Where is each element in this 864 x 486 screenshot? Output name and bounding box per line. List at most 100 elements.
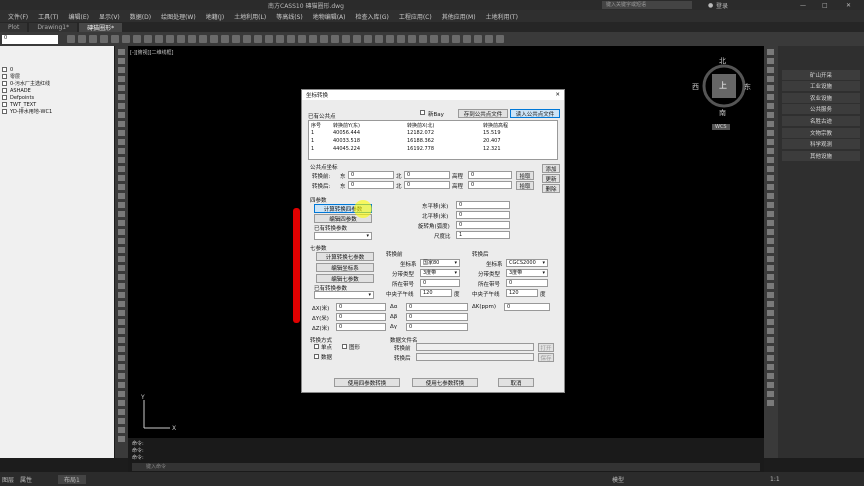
save-points-button[interactable]: 存到公共点文件	[458, 109, 508, 118]
menu-item[interactable]: 其他应用(M)	[442, 12, 476, 21]
edit-tool-icon[interactable]	[767, 265, 774, 271]
edit-tool-icon[interactable]	[767, 382, 774, 388]
toolbar-tool-icon[interactable]	[298, 35, 306, 43]
layer-checkbox[interactable]	[2, 88, 7, 93]
tab-plot[interactable]: Plot	[0, 23, 28, 32]
menu-item[interactable]: 等高线(S)	[276, 12, 303, 21]
toolbar-tool-icon[interactable]	[353, 35, 361, 43]
cancel-button[interactable]: 取消	[498, 378, 534, 387]
toolbar-tool-icon[interactable]	[441, 35, 449, 43]
toolbar-tool-icon[interactable]	[166, 35, 174, 43]
draw-tool-icon[interactable]	[118, 112, 125, 118]
draw-tool-icon[interactable]	[118, 184, 125, 190]
edit-tool-icon[interactable]	[767, 130, 774, 136]
table-row[interactable]: 1 40033.518 16188.362 20.407	[309, 137, 557, 145]
layer-combo[interactable]: 0	[2, 34, 58, 44]
zone-type-after-select[interactable]: 3度带 ▾	[506, 269, 548, 277]
edit-tool-icon[interactable]	[767, 121, 774, 127]
before-north-input[interactable]: 0	[404, 171, 450, 179]
toolbar-tool-icon[interactable]	[243, 35, 251, 43]
dz-input[interactable]: 0	[336, 323, 386, 331]
use-seven-param-button[interactable]: 使用七参数转换	[412, 378, 478, 387]
draw-tool-icon[interactable]	[118, 436, 125, 442]
dialog-close-icon[interactable]: ✕	[555, 92, 560, 98]
draw-tool-icon[interactable]	[118, 211, 125, 217]
toolbar-tool-icon[interactable]	[177, 35, 185, 43]
edit-tool-icon[interactable]	[767, 328, 774, 334]
toolbar-tool-icon[interactable]	[67, 35, 75, 43]
toolbar-tool-icon[interactable]	[100, 35, 108, 43]
toolbar-tool-icon[interactable]	[221, 35, 229, 43]
toolbar-tool-icon[interactable]	[496, 35, 504, 43]
toolbar-tool-icon[interactable]	[232, 35, 240, 43]
menu-item[interactable]: 检查入库(G)	[356, 12, 389, 21]
layer-checkbox[interactable]	[2, 109, 7, 114]
menu-item[interactable]: 工程应用(C)	[399, 12, 432, 21]
login-link[interactable]: 登录	[716, 1, 728, 10]
edit-tool-icon[interactable]	[767, 211, 774, 217]
calc-seven-param-button[interactable]: 计算转换七参数	[316, 252, 374, 261]
draw-tool-icon[interactable]	[118, 49, 125, 55]
toolbar-tool-icon[interactable]	[386, 35, 394, 43]
symbol-category-button[interactable]: 科学观测	[782, 139, 860, 150]
toolbar-tool-icon[interactable]	[452, 35, 460, 43]
graphic-checkbox[interactable]	[342, 344, 347, 349]
maximize-icon[interactable]: □	[822, 2, 828, 9]
layer-checkbox[interactable]	[2, 67, 7, 72]
draw-tool-icon[interactable]	[118, 94, 125, 100]
symbol-category-button[interactable]: 其他设施	[782, 150, 860, 161]
file-after-input[interactable]	[416, 353, 534, 361]
edit-tool-icon[interactable]	[767, 184, 774, 190]
draw-tool-icon[interactable]	[118, 175, 125, 181]
layer-checkbox[interactable]	[2, 74, 7, 79]
draw-tool-icon[interactable]	[118, 382, 125, 388]
layer-row[interactable]: 零层	[0, 73, 114, 80]
pick-before-button[interactable]: 拾取	[516, 171, 534, 180]
dgamma-input[interactable]: 0	[406, 323, 468, 331]
menu-item[interactable]: 土地利用(T)	[486, 12, 518, 21]
edit-tool-icon[interactable]	[767, 301, 774, 307]
layer-tab[interactable]: 图层	[2, 475, 14, 484]
draw-tool-icon[interactable]	[118, 427, 125, 433]
draw-tool-icon[interactable]	[118, 346, 125, 352]
compass-top[interactable]: 上	[719, 80, 727, 91]
compass-north[interactable]: 北	[719, 56, 726, 66]
edit-tool-icon[interactable]	[767, 148, 774, 154]
close-icon[interactable]: ✕	[846, 2, 851, 9]
toolbar-tool-icon[interactable]	[419, 35, 427, 43]
delete-button[interactable]: 删除	[542, 184, 560, 193]
draw-tool-icon[interactable]	[118, 166, 125, 172]
command-input[interactable]: 键入命令	[132, 463, 760, 471]
toolbar-tool-icon[interactable]	[364, 35, 372, 43]
layer-row[interactable]: 0	[0, 66, 114, 73]
draw-tool-icon[interactable]	[118, 157, 125, 163]
draw-tool-icon[interactable]	[118, 409, 125, 415]
layout-tab[interactable]: 布局1	[58, 474, 86, 484]
symbol-category-button[interactable]: 农业设施	[782, 92, 860, 103]
symbol-category-button[interactable]: 文物宗教	[782, 127, 860, 138]
draw-tool-icon[interactable]	[118, 283, 125, 289]
minimize-icon[interactable]: —	[800, 2, 806, 9]
north-shift-input[interactable]: 0	[456, 211, 510, 219]
zone-no-after-input[interactable]: 0	[506, 279, 548, 287]
draw-tool-icon[interactable]	[118, 148, 125, 154]
edit-tool-icon[interactable]	[767, 94, 774, 100]
draw-tool-icon[interactable]	[118, 139, 125, 145]
property-tab[interactable]: 属性	[20, 475, 32, 484]
draw-tool-icon[interactable]	[118, 400, 125, 406]
viewport-label[interactable]: [-][俯视][二维线框]	[130, 49, 174, 56]
edit-tool-icon[interactable]	[767, 346, 774, 352]
layer-checkbox[interactable]	[2, 95, 7, 100]
after-north-input[interactable]: 0	[404, 181, 450, 189]
dx-input[interactable]: 0	[336, 303, 386, 311]
toolbar-tool-icon[interactable]	[331, 35, 339, 43]
rotation-input[interactable]: 0	[456, 221, 510, 229]
draw-tool-icon[interactable]	[118, 301, 125, 307]
layer-row[interactable]: TWT_TEXT	[0, 101, 114, 108]
menu-item[interactable]: 土地利用(L)	[234, 12, 266, 21]
toolbar-tool-icon[interactable]	[210, 35, 218, 43]
edit-tool-icon[interactable]	[767, 355, 774, 361]
menu-item[interactable]: 绘图处理(W)	[161, 12, 196, 21]
edit-tool-icon[interactable]	[767, 175, 774, 181]
draw-tool-icon[interactable]	[118, 373, 125, 379]
